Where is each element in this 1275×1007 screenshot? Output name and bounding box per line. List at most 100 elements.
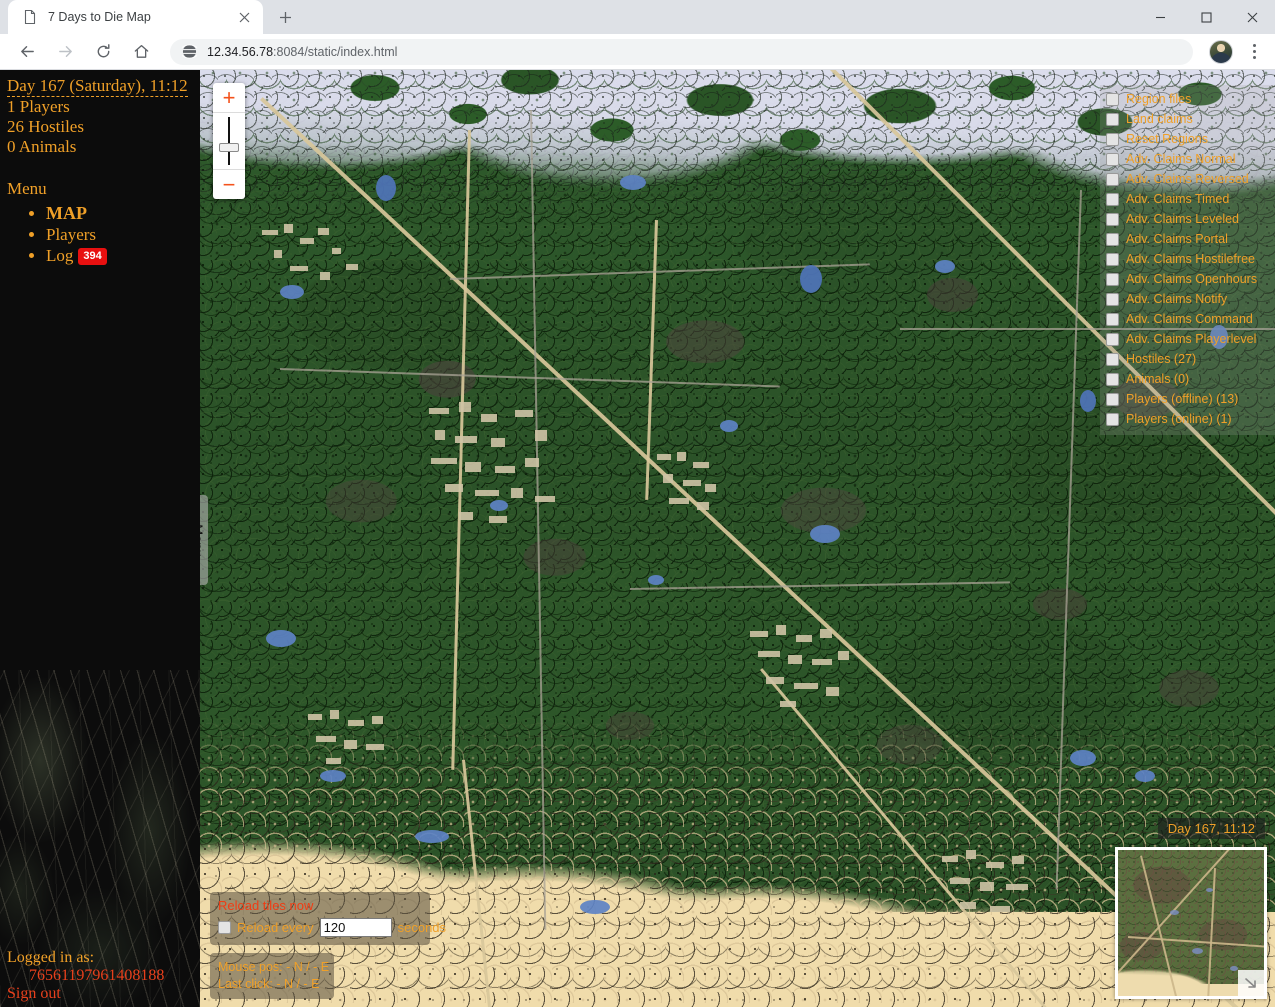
town [306, 710, 396, 770]
layer-label: Adv. Claims Playerlevel [1126, 332, 1257, 346]
map-canvas[interactable]: + − « Menu « Region files Land [200, 70, 1275, 1007]
layer-row-adv-claims-hostilefree[interactable]: Adv. Claims Hostilefree [1106, 249, 1271, 269]
url-text: 12.34.56.78:8084/static/index.html [207, 45, 397, 59]
layer-row-region-files[interactable]: Region files [1106, 89, 1271, 109]
layer-row-adv-claims-portal[interactable]: Adv. Claims Portal [1106, 229, 1271, 249]
layer-label: Adv. Claims Leveled [1126, 212, 1240, 226]
players-count: 1 Players [7, 97, 70, 116]
layer-checkbox[interactable] [1106, 372, 1119, 386]
reload-icon[interactable] [88, 37, 118, 67]
lake [720, 420, 738, 432]
zoom-slider-handle[interactable] [219, 143, 239, 152]
browser-window: 7 Days to Die Map 12.34.56.78:8084/stati… [0, 0, 1275, 1007]
layer-row-adv-claims-reversed[interactable]: Adv. Claims Reversed [1106, 169, 1271, 189]
layer-label: Region files [1126, 92, 1192, 106]
new-tab-button[interactable] [271, 3, 299, 31]
lake [800, 265, 822, 293]
layer-row-hostiles[interactable]: Hostiles (27) [1106, 349, 1271, 369]
steam-id: 76561197961408188 [29, 967, 165, 984]
sidebar-item-log[interactable]: Log 394 [46, 246, 200, 266]
game-day-time-row: Day 167 (Saturday), 11:12 [4, 76, 200, 97]
close-tab-icon[interactable] [235, 8, 253, 26]
layer-checkbox[interactable] [1106, 392, 1119, 406]
browser-menu-icon[interactable] [1241, 37, 1267, 67]
reload-every-label: Reload every [237, 920, 314, 935]
day-time-badge: Day 167, 11:12 [1157, 818, 1265, 839]
reload-every-checkbox[interactable] [218, 921, 231, 934]
lake [320, 770, 346, 782]
sidebar-item-map[interactable]: MAP [46, 203, 200, 224]
forward-icon[interactable] [50, 37, 80, 67]
home-icon[interactable] [126, 37, 156, 67]
animals-count: 0 Animals [7, 137, 77, 156]
layer-label: Animals (0) [1126, 372, 1190, 386]
layer-row-adv-claims-timed[interactable]: Adv. Claims Timed [1106, 189, 1271, 209]
layer-label: Adv. Claims Notify [1126, 292, 1228, 306]
layer-checkbox[interactable] [1106, 252, 1119, 266]
close-window-button[interactable] [1229, 0, 1275, 34]
browser-tab[interactable]: 7 Days to Die Map [8, 0, 263, 34]
layer-row-reset-regions[interactable]: Reset Regions [1106, 129, 1271, 149]
layer-checkbox[interactable] [1106, 92, 1119, 106]
zoom-slider[interactable] [213, 113, 245, 169]
maximize-button[interactable] [1183, 0, 1229, 34]
lake [415, 830, 449, 843]
layer-checkbox[interactable] [1106, 112, 1119, 126]
minimize-button[interactable] [1137, 0, 1183, 34]
lake [648, 575, 664, 585]
layer-label: Adv. Claims Normal [1126, 152, 1236, 166]
lake [620, 175, 646, 190]
zoom-in-button[interactable]: + [213, 83, 245, 113]
layer-checkbox[interactable] [1106, 232, 1119, 246]
layer-checkbox[interactable] [1106, 312, 1119, 326]
layer-checkbox[interactable] [1106, 352, 1119, 366]
layer-checkbox[interactable] [1106, 292, 1119, 306]
layer-label: Land claims [1126, 112, 1193, 126]
sidebar-item-players[interactable]: Players [46, 225, 200, 245]
layer-row-land-claims[interactable]: Land claims [1106, 109, 1271, 129]
sidebar-item-players-link[interactable]: Players [46, 225, 96, 244]
last-click-position: Last click: - N / - E [218, 977, 320, 991]
layer-row-adv-claims-command[interactable]: Adv. Claims Command [1106, 309, 1271, 329]
layer-checkbox[interactable] [1106, 132, 1119, 146]
reload-seconds-label: seconds [397, 920, 447, 935]
sidebar-item-log-link[interactable]: Log [46, 246, 73, 265]
layer-label: Players (offline) (13) [1126, 392, 1239, 406]
layer-row-adv-claims-leveled[interactable]: Adv. Claims Leveled [1106, 209, 1271, 229]
layer-label: Adv. Claims Timed [1126, 192, 1230, 206]
zoom-out-button[interactable]: − [213, 169, 245, 199]
layer-row-players-online[interactable]: Players (online) (1) [1106, 409, 1271, 429]
layer-checkbox[interactable] [1106, 272, 1119, 286]
layer-checkbox[interactable] [1106, 192, 1119, 206]
sign-out-link[interactable]: Sign out [7, 985, 200, 1003]
minimap-collapse-icon[interactable] [1238, 970, 1264, 996]
layer-row-adv-claims-normal[interactable]: Adv. Claims Normal [1106, 149, 1271, 169]
address-bar[interactable]: 12.34.56.78:8084/static/index.html [170, 38, 1193, 65]
layer-row-adv-claims-notify[interactable]: Adv. Claims Notify [1106, 289, 1271, 309]
layer-label: Reset Regions [1126, 132, 1208, 146]
layer-row-adv-claims-playerlevel[interactable]: Adv. Claims Playerlevel [1106, 329, 1271, 349]
layer-row-adv-claims-openhours[interactable]: Adv. Claims Openhours [1106, 269, 1271, 289]
url-host: 12.34.56.78 [207, 44, 274, 59]
layer-row-animals[interactable]: Animals (0) [1106, 369, 1271, 389]
zoom-control[interactable]: + − [213, 83, 245, 199]
tab-title: 7 Days to Die Map [48, 10, 151, 24]
layer-checkbox[interactable] [1106, 152, 1119, 166]
minimap-lake [1170, 910, 1179, 915]
layer-checkbox[interactable] [1106, 412, 1119, 426]
reload-interval-input[interactable] [319, 918, 392, 937]
page-icon [22, 9, 38, 25]
reload-tiles-link[interactable]: Reload tiles now [218, 898, 422, 913]
window-controls [1137, 0, 1275, 34]
minimap[interactable] [1115, 847, 1267, 999]
layer-checkbox[interactable] [1106, 172, 1119, 186]
layer-checkbox[interactable] [1106, 332, 1119, 346]
menu-toggle-tab[interactable]: « Menu « [200, 495, 208, 585]
coordinates-panel: Mouse pos: - N / - E Last click: - N / -… [210, 953, 334, 999]
sidebar-item-map-link[interactable]: MAP [46, 203, 87, 223]
layer-checkbox[interactable] [1106, 212, 1119, 226]
back-icon[interactable] [12, 37, 42, 67]
layer-control[interactable]: Region files Land claims Reset Regions A… [1100, 85, 1275, 435]
avatar[interactable] [1209, 39, 1233, 64]
layer-row-players-offline[interactable]: Players (offline) (13) [1106, 389, 1271, 409]
